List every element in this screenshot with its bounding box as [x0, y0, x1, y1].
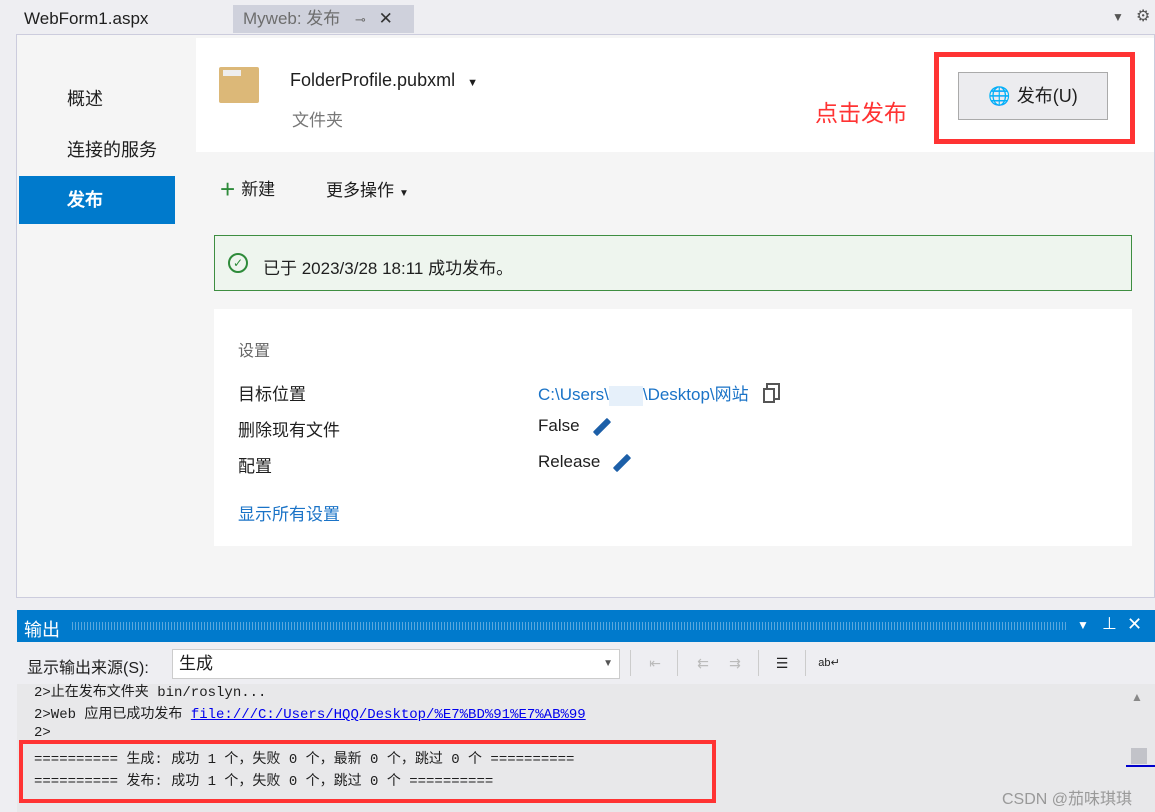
nav-publish[interactable]: 发布 [19, 176, 175, 224]
output-title: 输出 [24, 620, 60, 640]
configuration-text: Release [538, 452, 601, 471]
copy-icon[interactable] [762, 388, 775, 404]
clear-all-icon[interactable]: ☰ [771, 652, 793, 674]
toolbar-separator [805, 650, 806, 676]
chevron-down-icon: ▼ [467, 77, 478, 89]
output-link[interactable]: file:///C:/Users/HQQ/Desktop/%E7%BD%91%E… [191, 707, 586, 723]
annotation-text: 点击发布 [815, 100, 907, 126]
delete-existing-text: False [538, 416, 580, 435]
next-message-icon[interactable]: ⇉ [724, 652, 746, 674]
edit-pencil-icon[interactable] [592, 417, 611, 436]
nav-connected-services[interactable]: 连接的服务 [19, 126, 175, 174]
output-line-text: 2>Web 应用已成功发布 [34, 707, 191, 723]
output-dropdown-icon[interactable]: ▼ [1077, 618, 1089, 632]
output-line: 2>Web 应用已成功发布 file:///C:/Users/HQQ/Deskt… [34, 703, 586, 723]
status-text: 已于 2023/3/28 18:11 成功发布。 [263, 259, 514, 278]
scrollbar-thumb[interactable] [1131, 748, 1147, 764]
output-line: 2>止在发布文件夹 bin/roslyn... [34, 685, 267, 701]
chevron-down-icon: ▼ [603, 658, 613, 669]
nav-overview[interactable]: 概述 [19, 75, 175, 123]
toolbar-separator [630, 650, 631, 676]
publish-button[interactable]: 🌐 发布(U) [958, 72, 1108, 120]
close-icon[interactable]: ✕ [379, 9, 393, 28]
close-icon[interactable]: ✕ [1127, 614, 1142, 635]
settings-card [214, 309, 1132, 546]
toolbar-separator [758, 650, 759, 676]
pin-icon[interactable]: ⊥ [1102, 614, 1117, 634]
profile-name: FolderProfile.pubxml [290, 70, 456, 90]
more-actions-button[interactable]: 更多操作 ▼ [326, 176, 409, 201]
settings-title: 设置 [238, 343, 271, 360]
target-location-label: 目标位置 [238, 385, 306, 404]
delete-existing-label: 删除现有文件 [238, 421, 340, 440]
folder-icon [219, 67, 259, 103]
pin-icon[interactable]: ⊸ [355, 12, 366, 27]
globe-icon: 🌐 [988, 86, 1011, 106]
tab-dropdown-icon[interactable]: ▼ [1112, 10, 1124, 24]
tab-webform1[interactable]: WebForm1.aspx [14, 5, 158, 33]
summary-highlight-box [19, 740, 716, 803]
check-circle-icon: ✓ [228, 253, 248, 273]
configuration-value: Release [538, 452, 632, 472]
delete-existing-value: False [538, 416, 612, 436]
toolbar-separator [677, 650, 678, 676]
tab-publish[interactable]: Myweb: 发布 ⊸ ✕ [233, 5, 414, 33]
show-all-settings-link[interactable]: 显示所有设置 [238, 500, 340, 525]
watermark: CSDN @茄味琪琪 [1002, 791, 1133, 808]
more-actions-label: 更多操作 [326, 181, 394, 200]
chevron-down-icon: ▼ [399, 188, 409, 199]
path-suffix: \Desktop\网站 [642, 385, 749, 404]
new-label: 新建 [241, 180, 276, 199]
word-wrap-icon[interactable]: ab↵ [818, 652, 840, 674]
previous-message-icon[interactable]: ⇇ [692, 652, 714, 674]
redacted-username [608, 385, 643, 406]
titlebar-grip [72, 622, 1067, 630]
configuration-label: 配置 [238, 457, 272, 476]
source-select[interactable]: 生成 ▼ [172, 649, 620, 679]
output-line: 2> [34, 725, 51, 741]
new-profile-button[interactable]: + 新建 [220, 174, 275, 205]
go-to-line-icon[interactable]: ⇤ [644, 652, 666, 674]
scroll-position-marker [1126, 765, 1155, 767]
target-location-value[interactable]: C:\Users\ \Desktop\网站 [538, 380, 775, 406]
scroll-up-icon[interactable]: ▲ [1131, 690, 1143, 704]
tab-publish-label: Myweb: 发布 [243, 9, 341, 28]
source-select-value: 生成 [179, 654, 213, 673]
source-label: 显示输出来源(S): [27, 660, 149, 677]
profile-type: 文件夹 [292, 111, 343, 130]
gear-icon[interactable]: ⚙ [1136, 6, 1150, 26]
path-prefix: C:\Users\ [538, 385, 609, 404]
publish-button-label: 发布(U) [1016, 86, 1078, 106]
plus-icon: + [220, 174, 236, 204]
edit-pencil-icon[interactable] [613, 453, 632, 472]
profile-selector[interactable]: FolderProfile.pubxml ▼ [290, 70, 478, 91]
